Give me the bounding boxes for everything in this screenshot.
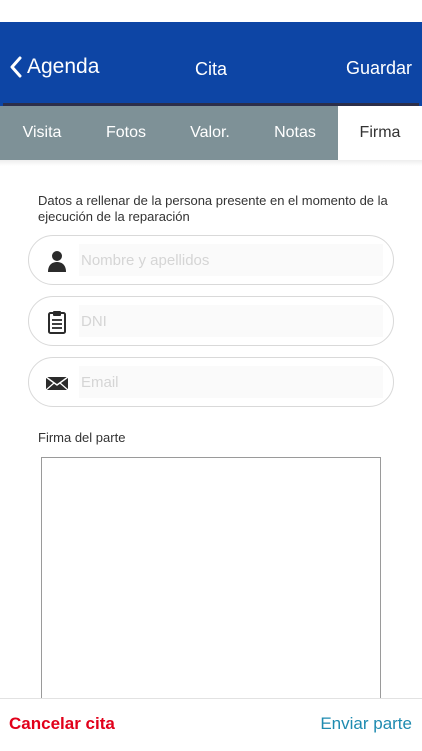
name-input[interactable] <box>79 244 383 276</box>
tab-notas[interactable]: Notas <box>252 106 338 160</box>
dni-input[interactable] <box>79 305 383 337</box>
bottom-bar: Cancelar cita Enviar parte <box>0 698 422 751</box>
signature-label: Firma del parte <box>38 430 126 445</box>
email-input[interactable] <box>79 366 383 398</box>
tab-valor[interactable]: Valor. <box>168 106 252 160</box>
name-field <box>28 235 394 285</box>
form-intro: Datos a rellenar de la persona presente … <box>38 193 388 224</box>
person-icon <box>48 251 66 272</box>
envelope-icon <box>45 376 69 391</box>
dni-field <box>28 296 394 346</box>
tab-bar: Visita Fotos Valor. Notas Firma <box>0 106 422 160</box>
tab-fotos[interactable]: Fotos <box>84 106 168 160</box>
cancel-appointment-button[interactable]: Cancelar cita <box>9 714 115 734</box>
save-button[interactable]: Guardar <box>346 58 412 79</box>
clipboard-icon <box>48 311 66 334</box>
tab-visita[interactable]: Visita <box>0 106 84 160</box>
signature-pad[interactable] <box>41 457 381 707</box>
tabs-shadow <box>0 160 422 166</box>
nav-divider <box>3 97 419 106</box>
status-bar <box>0 0 422 22</box>
send-report-button[interactable]: Enviar parte <box>320 714 412 734</box>
email-field <box>28 357 394 407</box>
tab-firma[interactable]: Firma <box>338 106 422 160</box>
nav-bar: Agenda Cita Guardar <box>0 22 422 106</box>
